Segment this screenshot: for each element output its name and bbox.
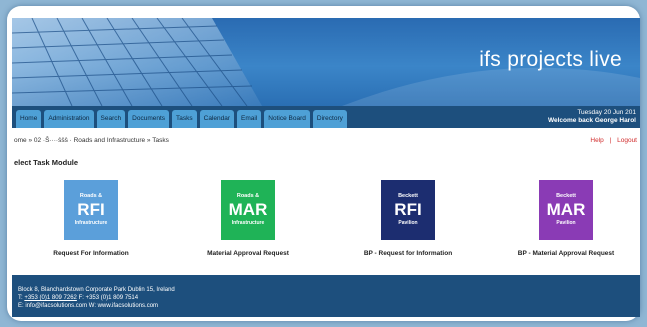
brand-logo: ifs projects live bbox=[479, 48, 622, 71]
tab-notice-board[interactable]: Notice Board bbox=[264, 110, 310, 128]
tile-subtitle: Pavilion bbox=[398, 220, 418, 226]
tile-code: MAR bbox=[228, 200, 268, 219]
module-rfi-beckett[interactable]: Beckett RFI Pavilion BP - Request for In… bbox=[348, 180, 468, 257]
section-title: elect Task Module bbox=[14, 158, 79, 167]
module-mar-beckett[interactable]: Beckett MAR Pavilion BP - Material Appro… bbox=[506, 180, 626, 257]
tile-project: Beckett bbox=[556, 193, 576, 199]
help-link[interactable]: Help bbox=[590, 137, 603, 144]
welcome-message: Welcome back George Harol bbox=[547, 117, 636, 124]
module-rfi-roads[interactable]: Roads & RFI Infrastructure Request For I… bbox=[31, 180, 151, 257]
tab-tasks[interactable]: Tasks bbox=[172, 110, 197, 128]
current-date: Tuesday 20 Jun 201 bbox=[577, 109, 636, 116]
tile-subtitle: Infrastructure bbox=[74, 220, 108, 226]
utility-links: Help | Logout bbox=[586, 137, 637, 144]
tab-email[interactable]: Email bbox=[237, 110, 262, 128]
tab-search[interactable]: Search bbox=[96, 110, 126, 128]
tile-subtitle: Pavilion bbox=[556, 220, 576, 226]
module-mar-roads[interactable]: Roads & MAR Infrastructure Material Appr… bbox=[188, 180, 308, 257]
module-label[interactable]: Material Approval Request bbox=[188, 250, 308, 257]
tile-code: RFI bbox=[77, 200, 105, 219]
tile-project: Roads & bbox=[236, 193, 260, 199]
tile-code: RFI bbox=[394, 200, 422, 219]
logout-link[interactable]: Logout bbox=[617, 137, 637, 144]
footer-contact: E: info@ifacsolutions.com W: www.ifacsol… bbox=[18, 303, 159, 309]
module-label[interactable]: BP - Request for Information bbox=[348, 250, 468, 257]
link-separator: | bbox=[609, 137, 612, 144]
tile-code: MAR bbox=[546, 200, 586, 219]
tab-home[interactable]: Home bbox=[16, 110, 42, 128]
tab-directory[interactable]: Directory bbox=[312, 110, 347, 128]
footer-phone-prefix: T: bbox=[18, 295, 23, 301]
footer: Block 8, Blanchardstown Corporate Park D… bbox=[12, 275, 640, 317]
breadcrumb[interactable]: ome » 02 ·Ŝ····ŝŝŝ · Roads and Infrastru… bbox=[14, 137, 169, 144]
module-label[interactable]: BP - Material Approval Request bbox=[506, 250, 626, 257]
tile-project: Beckett bbox=[398, 193, 418, 199]
tile-subtitle: Infrastructure bbox=[231, 220, 265, 226]
module-tile[interactable]: Beckett RFI Pavilion bbox=[381, 180, 435, 240]
main-nav: Home Administration Search Documents Tas… bbox=[12, 106, 640, 128]
tab-administration[interactable]: Administration bbox=[44, 110, 94, 128]
module-tile[interactable]: Beckett MAR Pavilion bbox=[539, 180, 593, 240]
welcome-block: Tuesday 20 Jun 201 Welcome back George H… bbox=[548, 109, 636, 125]
tile-project: Roads & bbox=[79, 193, 103, 199]
header-banner: ifs projects live bbox=[12, 18, 640, 106]
nav-tabs: Home Administration Search Documents Tas… bbox=[16, 110, 347, 128]
module-label[interactable]: Request For Information bbox=[31, 250, 151, 257]
tab-calendar[interactable]: Calendar bbox=[199, 110, 235, 128]
module-tile[interactable]: Roads & MAR Infrastructure bbox=[221, 180, 275, 240]
module-tile[interactable]: Roads & RFI Infrastructure bbox=[64, 180, 118, 240]
footer-fax: F: +353 (0)1 809 7514 bbox=[78, 295, 139, 301]
footer-phone-line: T: +353 (0)1 809 7262 F: +353 (0)1 809 7… bbox=[18, 294, 640, 302]
footer-address: Block 8, Blanchardstown Corporate Park D… bbox=[18, 287, 175, 293]
footer-phone-link[interactable]: +353 (0)1 809 7262 bbox=[24, 295, 77, 301]
tab-documents[interactable]: Documents bbox=[128, 110, 170, 128]
